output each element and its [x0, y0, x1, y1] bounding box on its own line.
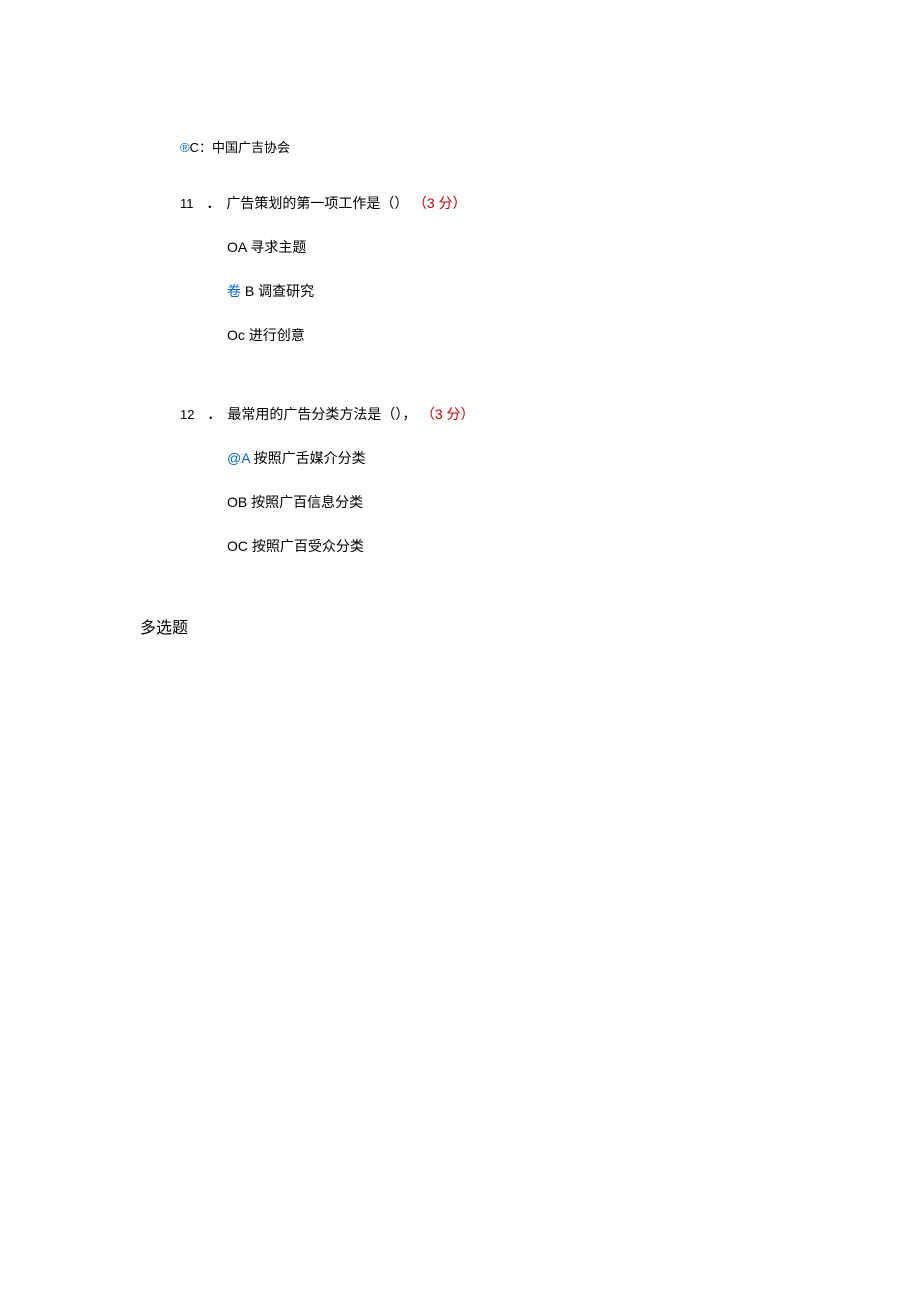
section-heading: 多选题	[140, 614, 780, 638]
question-12: 12 ． 最常用的广告分类方法是（）， （3 分）	[180, 400, 780, 424]
option-text: 按照广百信息分类	[247, 494, 363, 510]
question-dot: ．	[206, 195, 222, 212]
q11-option-b: 卷 B 调查研究	[227, 281, 780, 301]
option-text: 调查研究	[254, 283, 314, 299]
q11-option-c: Oc 进行创意	[227, 325, 780, 345]
option-prefix: OC	[227, 538, 248, 554]
option-text: 进行创意	[245, 327, 305, 343]
q12-option-c: OC 按照广百受众分类	[227, 536, 780, 556]
question-text: 广告策划的第一项工作是（）	[226, 195, 408, 211]
option-prefix: OB	[227, 494, 247, 510]
question-score: （3 分）	[413, 195, 467, 211]
question-number: 11	[180, 196, 194, 211]
option-prefix-correct: 卷	[227, 283, 245, 299]
question-number: 12	[180, 407, 194, 422]
document-content: ®C：中国广吉协会 11 ． 广告策划的第一项工作是（） （3 分） OA 寻求…	[180, 135, 780, 638]
option-text: 寻求主题	[246, 239, 306, 255]
option-text: 按照广百受众分类	[248, 538, 364, 554]
option-c-text: C：中国广吉协会	[190, 140, 290, 155]
q12-option-a: @A 按照广舌媒介分类	[227, 448, 780, 468]
registered-mark-icon: ®	[180, 140, 190, 155]
question-11: 11 ． 广告策划的第一项工作是（） （3 分）	[180, 189, 780, 213]
option-letter: B	[245, 283, 254, 299]
option-prefix: OA	[227, 239, 246, 255]
question-text: 最常用的广告分类方法是（），	[227, 406, 416, 422]
question-score: （3 分）	[421, 406, 475, 422]
q11-option-a: OA 寻求主题	[227, 237, 780, 257]
option-prefix-correct: @A	[227, 450, 250, 466]
q12-option-b: OB 按照广百信息分类	[227, 492, 780, 512]
option-prefix: Oc	[227, 327, 245, 343]
option-line-c: ®C：中国广吉协会	[180, 135, 780, 161]
question-dot: ．	[207, 406, 223, 423]
option-text: 按照广舌媒介分类	[250, 450, 366, 466]
